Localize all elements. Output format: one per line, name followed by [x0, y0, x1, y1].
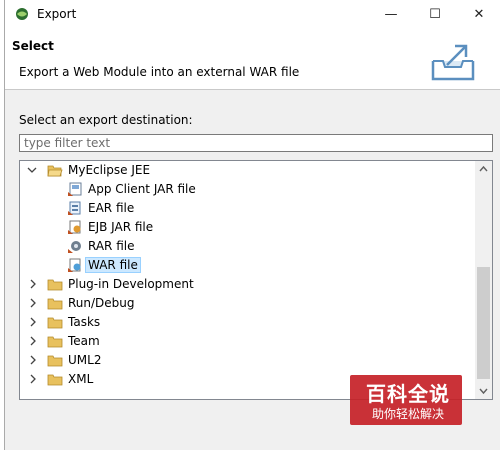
- minimize-button[interactable]: —: [369, 0, 413, 29]
- tree-item-label: App Client JAR file: [88, 182, 196, 196]
- wizard-header: Select Export a Web Module into an exter…: [5, 29, 500, 90]
- destination-tree[interactable]: MyEclipse JEE App Client JAR file EAR fi…: [19, 160, 493, 400]
- tree-item-ear-file[interactable]: EAR file: [20, 199, 468, 218]
- war-file-icon: [68, 258, 81, 272]
- close-button[interactable]: ✕: [457, 0, 500, 29]
- tree-item-label: EJB JAR file: [88, 220, 154, 234]
- scroll-down-icon[interactable]: [479, 386, 488, 395]
- chevron-right-icon[interactable]: [28, 335, 38, 347]
- header-description: Export a Web Module into an external WAR…: [19, 65, 300, 79]
- tree-item-label: UML2: [68, 353, 102, 367]
- folder-icon: [47, 374, 63, 386]
- tree-item-plugin-development[interactable]: Plug-in Development: [20, 275, 468, 294]
- tree-item-label: MyEclipse JEE: [68, 163, 151, 177]
- maximize-button[interactable]: ☐: [413, 0, 457, 29]
- watermark-title: 百科全说: [366, 382, 450, 406]
- tree-item-label: Plug-in Development: [68, 277, 194, 291]
- tree-item-team[interactable]: Team: [20, 332, 468, 351]
- watermark-badge: 百科全说 助你轻松解决: [350, 375, 462, 425]
- filter-input[interactable]: [19, 134, 493, 152]
- chevron-right-icon[interactable]: [28, 373, 38, 385]
- ear-file-icon: [68, 201, 81, 215]
- tree-item-label: RAR file: [88, 239, 135, 253]
- destination-label: Select an export destination:: [19, 113, 193, 127]
- chevron-right-icon[interactable]: [28, 316, 38, 328]
- chevron-right-icon[interactable]: [28, 297, 38, 309]
- app-client-jar-icon: [68, 182, 82, 196]
- chevron-right-icon[interactable]: [28, 278, 38, 290]
- tree-item-label: EAR file: [88, 201, 135, 215]
- header-title: Select: [12, 39, 54, 53]
- folder-icon: [47, 279, 63, 291]
- tree-item-ejb-jar[interactable]: EJB JAR file: [20, 218, 468, 237]
- folder-icon: [47, 355, 63, 367]
- folder-icon: [47, 317, 63, 329]
- tree-item-label: Run/Debug: [68, 296, 135, 310]
- tree-item-uml2[interactable]: UML2: [20, 351, 468, 370]
- watermark-subtitle: 助你轻松解决: [372, 407, 445, 421]
- window-title: Export: [37, 7, 77, 21]
- tree-item-label: Team: [68, 334, 100, 348]
- folder-icon: [47, 336, 63, 348]
- chevron-down-icon[interactable]: [27, 164, 37, 176]
- tree-item-rar-file[interactable]: RAR file: [20, 237, 468, 256]
- tree-item-app-client-jar[interactable]: App Client JAR file: [20, 180, 468, 199]
- rar-file-icon: [68, 241, 81, 253]
- eclipse-app-icon: [16, 8, 28, 20]
- tree-item-tasks[interactable]: Tasks: [20, 313, 468, 332]
- scroll-thumb[interactable]: [477, 267, 490, 379]
- export-tray-icon: [431, 44, 475, 81]
- tree-item-label: XML: [68, 372, 94, 386]
- title-bar: Export — ☐ ✕: [5, 0, 500, 29]
- tree-item-myeclipse-jee[interactable]: MyEclipse JEE: [20, 161, 468, 180]
- tree-item-war-file[interactable]: WAR file: [20, 256, 468, 275]
- ejb-jar-icon: [68, 220, 81, 234]
- folder-open-icon: [47, 165, 63, 177]
- tree-scrollbar[interactable]: [475, 161, 492, 399]
- chevron-right-icon[interactable]: [28, 354, 38, 366]
- tree-item-label: WAR file: [85, 257, 141, 273]
- folder-icon: [47, 298, 63, 310]
- tree-item-run-debug[interactable]: Run/Debug: [20, 294, 468, 313]
- tree-item-label: Tasks: [68, 315, 101, 329]
- scroll-up-icon[interactable]: [479, 165, 488, 174]
